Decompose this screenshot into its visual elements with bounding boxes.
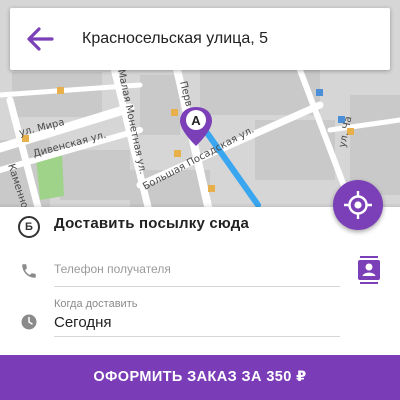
back-button[interactable] <box>22 21 58 57</box>
delivery-time-field[interactable]: Когда доставить Сегодня <box>54 298 340 337</box>
clock-icon <box>21 314 37 330</box>
crosshair-location-icon <box>344 191 372 219</box>
address-text[interactable]: Красносельская улица, 5 <box>82 8 268 70</box>
recipient-phone-placeholder: Телефон получателя <box>54 262 171 276</box>
deliver-here-title: Доставить посылку сюда <box>54 215 249 232</box>
point-b-badge: Б <box>18 216 40 238</box>
contacts-button[interactable] <box>356 256 382 284</box>
arrow-back-icon <box>27 27 54 51</box>
recipient-phone-field[interactable]: Телефон получателя <box>54 258 340 287</box>
address-bar: Красносельская улица, 5 <box>10 8 390 70</box>
my-location-button[interactable] <box>333 180 383 230</box>
delivery-time-value: Сегодня <box>54 314 112 331</box>
contact-book-icon <box>358 256 380 284</box>
phone-icon <box>22 264 36 278</box>
place-order-button[interactable]: ОФОРМИТЬ ЗАКАЗ ЗА 350 ₽ <box>0 355 400 400</box>
marker-a-label: A <box>191 113 201 128</box>
delivery-time-label: Когда доставить <box>54 298 138 310</box>
